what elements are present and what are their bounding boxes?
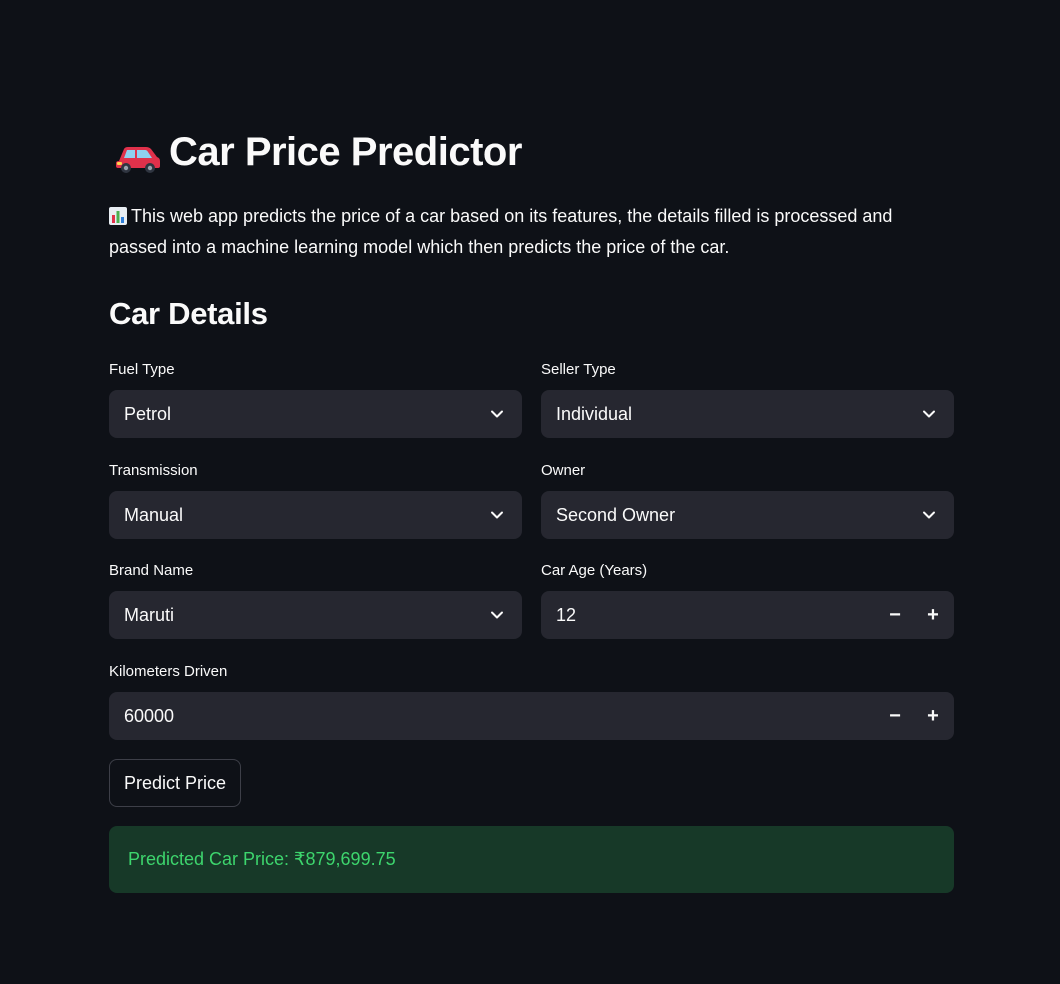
kilometers-decrement-button[interactable]: − xyxy=(876,692,914,740)
seller-type-select[interactable]: Individual xyxy=(541,390,954,438)
kilometers-stepper: − + xyxy=(876,692,954,740)
brand-name-field: Brand Name Maruti xyxy=(109,561,522,639)
seller-type-value: Individual xyxy=(556,403,633,424)
chevron-down-icon xyxy=(923,511,935,519)
brand-name-value: Maruti xyxy=(124,604,175,625)
intro-description: This web app predicts the price of a car… xyxy=(109,206,893,257)
car-age-input[interactable]: 12 − + xyxy=(541,591,954,639)
seller-type-field: Seller Type Individual xyxy=(541,360,954,438)
predict-price-button[interactable]: Predict Price xyxy=(109,759,242,807)
transmission-value: Manual xyxy=(124,504,184,525)
car-age-value: 12 xyxy=(556,604,577,625)
owner-label: Owner xyxy=(541,462,586,479)
owner-field: Owner Second Owner xyxy=(541,461,954,539)
kilometers-value: 60000 xyxy=(124,705,175,726)
kilometers-input[interactable]: 60000 − + xyxy=(109,692,954,740)
car-icon xyxy=(115,138,161,173)
seller-type-label: Seller Type xyxy=(541,361,616,378)
chevron-down-icon xyxy=(491,511,503,519)
kilometers-increment-button[interactable]: + xyxy=(914,692,952,740)
prediction-result-alert: Predicted Car Price: ₹879,699.75 xyxy=(109,826,954,893)
car-age-decrement-button[interactable]: − xyxy=(876,591,914,639)
chevron-down-icon xyxy=(491,410,503,418)
intro-text: This web app predicts the price of a car… xyxy=(109,201,954,263)
brand-name-select[interactable]: Maruti xyxy=(109,591,522,639)
transmission-field: Transmission Manual xyxy=(109,461,522,539)
kilometers-label: Kilometers Driven xyxy=(109,663,228,680)
owner-value: Second Owner xyxy=(556,504,676,525)
page-title-text: Car Price Predictor xyxy=(169,130,522,174)
fuel-type-field: Fuel Type Petrol xyxy=(109,360,522,438)
brand-name-label: Brand Name xyxy=(109,562,194,579)
car-age-increment-button[interactable]: + xyxy=(914,591,952,639)
fuel-type-value: Petrol xyxy=(124,403,172,424)
transmission-select[interactable]: Manual xyxy=(109,491,522,539)
section-title: Car Details xyxy=(109,296,268,331)
kilometers-field: Kilometers Driven 60000 − + xyxy=(109,662,954,740)
transmission-label: Transmission xyxy=(109,462,198,479)
car-age-stepper: − + xyxy=(876,591,954,639)
page-title: Car Price Predictor xyxy=(115,130,522,175)
bar-chart-icon xyxy=(109,204,127,225)
chevron-down-icon xyxy=(923,410,935,418)
fuel-type-select[interactable]: Petrol xyxy=(109,390,522,438)
fuel-type-label: Fuel Type xyxy=(109,361,175,378)
car-age-field: Car Age (Years) 12 − + xyxy=(541,561,954,639)
chevron-down-icon xyxy=(491,611,503,619)
prediction-result-text: Predicted Car Price: ₹879,699.75 xyxy=(128,849,396,869)
car-age-label: Car Age (Years) xyxy=(541,562,648,579)
owner-select[interactable]: Second Owner xyxy=(541,491,954,539)
